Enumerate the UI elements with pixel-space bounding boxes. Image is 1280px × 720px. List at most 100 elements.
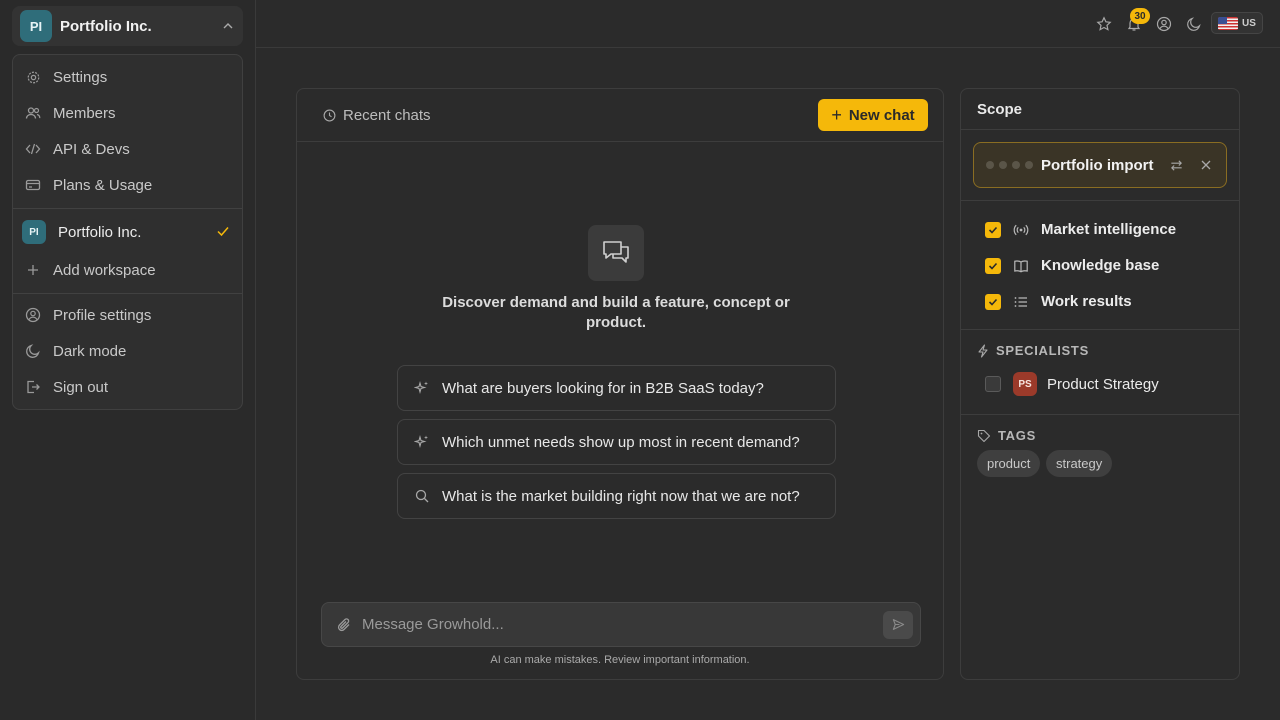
gear-icon [25, 69, 41, 85]
send-icon [892, 619, 904, 630]
sign-out-icon [25, 379, 41, 395]
send-button[interactable] [883, 610, 913, 639]
menu-item-members[interactable]: Members [13, 97, 242, 129]
workspace-name: Portfolio Inc. [60, 17, 152, 35]
chevron-up-icon [223, 23, 233, 29]
top-bar: 30 US [256, 0, 1280, 48]
divider [961, 200, 1239, 201]
menu-item-add-workspace[interactable]: Add workspace [13, 254, 242, 286]
user-circle-icon [25, 307, 41, 323]
sparkle-icon [414, 434, 428, 449]
chat-panel: Recent chats + New chat Discover demand … [296, 88, 944, 680]
suggestion-button[interactable]: What are buyers looking for in B2B SaaS … [397, 365, 836, 411]
checkbox[interactable] [985, 376, 1001, 392]
moon-icon[interactable] [1186, 16, 1202, 32]
source-label: Knowledge base [1041, 257, 1160, 274]
sidebar: PI Portfolio Inc. Settings Members API &… [0, 0, 256, 720]
divider [961, 329, 1239, 330]
menu-item-dark-mode[interactable]: Dark mode [13, 335, 242, 367]
close-icon[interactable] [1200, 159, 1212, 171]
us-flag-icon [1218, 16, 1238, 30]
workspace-avatar: PI [20, 10, 52, 42]
plus-icon [25, 262, 41, 278]
menu-item-settings[interactable]: Settings [13, 61, 242, 93]
check-icon [217, 227, 229, 237]
menu-item-label: Add workspace [53, 261, 156, 279]
new-chat-label: New chat [848, 106, 915, 124]
notification-badge: 30 [1130, 8, 1150, 24]
suggestion-text: Which unmet needs show up most in recent… [442, 433, 800, 451]
menu-item-label: Dark mode [53, 342, 127, 360]
plus-icon: + [831, 104, 842, 125]
code-icon [25, 141, 41, 157]
search-icon [415, 489, 429, 503]
swap-icon[interactable] [1169, 158, 1184, 173]
suggestion-text: What are buyers looking for in B2B SaaS … [442, 379, 764, 397]
new-chat-button[interactable]: + New chat [818, 99, 928, 131]
tags-heading-label: TAGS [998, 428, 1036, 443]
suggestion-button[interactable]: What is the market building right now th… [397, 473, 836, 519]
loading-dots-icon [986, 161, 1033, 169]
portfolio-import-chip[interactable]: Portfolio import [973, 142, 1227, 188]
chat-header: Recent chats + New chat [297, 89, 943, 142]
recent-chats-button[interactable]: Recent chats [323, 107, 431, 124]
paperclip-icon[interactable] [336, 617, 352, 633]
tag-chip[interactable]: strategy [1046, 450, 1113, 477]
suggestion-button[interactable]: Which unmet needs show up most in recent… [397, 419, 836, 465]
menu-item-api[interactable]: API & Devs [13, 133, 242, 165]
menu-item-label: Sign out [53, 378, 109, 396]
divider [961, 129, 1239, 130]
checkbox[interactable] [985, 221, 1001, 238]
specialist-avatar: PS [1013, 372, 1037, 396]
user-circle-icon[interactable] [1156, 16, 1172, 32]
star-icon[interactable] [1096, 16, 1112, 32]
specialists-heading-label: SPECIALISTS [996, 343, 1089, 358]
tag-chip[interactable]: product [977, 450, 1041, 477]
clock-icon [323, 109, 336, 122]
language-code: US [1242, 17, 1256, 29]
bolt-icon [978, 343, 988, 358]
tag-icon [977, 429, 991, 442]
tags-heading: TAGS [977, 428, 1036, 443]
specialist-product-strategy[interactable]: PS Product Strategy [985, 372, 1159, 396]
message-input[interactable]: Message Growhold... [321, 602, 921, 647]
menu-item-current-workspace[interactable]: PI Portfolio Inc. [13, 216, 242, 248]
broadcast-icon [1013, 224, 1029, 235]
specialist-name: Product Strategy [1047, 375, 1159, 393]
menu-item-label: Portfolio Inc. [58, 223, 142, 241]
menu-item-label: Plans & Usage [53, 176, 153, 194]
recent-chats-label: Recent chats [343, 107, 431, 124]
book-icon [1014, 259, 1028, 273]
chat-bubbles-icon [588, 225, 644, 281]
menu-divider [13, 208, 242, 209]
import-label: Portfolio import [1041, 156, 1154, 174]
divider [961, 414, 1239, 415]
menu-item-label: Settings [53, 68, 108, 86]
credit-card-icon [25, 177, 41, 193]
language-selector[interactable]: US [1211, 12, 1263, 34]
checkbox[interactable] [985, 293, 1001, 310]
menu-item-label: Profile settings [53, 306, 152, 324]
menu-item-profile-settings[interactable]: Profile settings [13, 299, 242, 331]
menu-item-label: Members [53, 104, 116, 122]
list-icon [1014, 296, 1027, 307]
users-icon [25, 105, 41, 121]
menu-item-sign-out[interactable]: Sign out [13, 371, 242, 403]
workspace-switcher[interactable]: PI Portfolio Inc. [12, 6, 243, 46]
workspace-menu: Settings Members API & Devs Plans & Usag… [12, 54, 243, 410]
source-knowledge-base[interactable]: Knowledge base [985, 257, 1159, 274]
menu-item-plans[interactable]: Plans & Usage [13, 169, 242, 201]
menu-item-label: API & Devs [53, 140, 130, 158]
sparkle-icon [414, 380, 428, 395]
chat-intro-text: Discover demand and build a feature, con… [442, 294, 790, 331]
source-work-results[interactable]: Work results [985, 293, 1132, 310]
scope-title: Scope [977, 101, 1023, 118]
source-label: Work results [1041, 293, 1132, 310]
message-placeholder: Message Growhold... [362, 616, 504, 633]
ai-disclaimer: AI can make mistakes. Review important i… [490, 654, 750, 666]
source-market-intelligence[interactable]: Market intelligence [985, 221, 1176, 238]
checkbox[interactable] [985, 257, 1001, 274]
suggestion-text: What is the market building right now th… [442, 487, 800, 505]
workspace-avatar: PI [22, 220, 46, 244]
source-label: Market intelligence [1041, 221, 1177, 238]
